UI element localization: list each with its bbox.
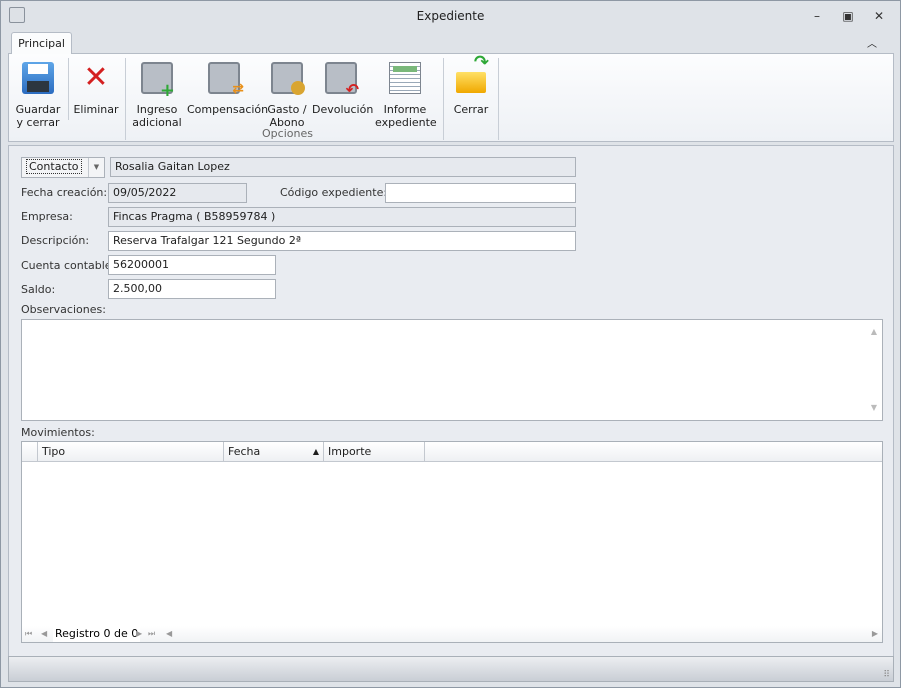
expense-button[interactable]: Gasto / Abono <box>265 58 309 129</box>
grid-header-filler <box>425 442 882 462</box>
first-record-icon[interactable]: ⏮ <box>25 626 32 642</box>
collapse-ribbon-icon[interactable]: ︿ <box>867 35 877 50</box>
description-label: Descripción: <box>21 234 90 247</box>
scroll-left-icon[interactable]: ◀ <box>166 626 172 642</box>
spreadsheet-report-icon <box>389 62 421 94</box>
notes-label: Observaciones: <box>21 303 106 316</box>
next-record-icon[interactable]: ▶ <box>136 626 142 642</box>
account-label: Cuenta contable: <box>21 259 116 272</box>
separator <box>443 58 444 140</box>
resize-grip-icon[interactable]: ⠿ <box>883 670 890 680</box>
account-field[interactable]: 56200001 <box>108 255 276 275</box>
compensation-button[interactable]: ⇄ Compensación <box>187 58 268 116</box>
code-label: Código expediente: <box>280 186 388 199</box>
close-icon[interactable]: ✕ <box>872 9 886 23</box>
safe-coins-icon <box>271 62 305 95</box>
scroll-right-icon[interactable]: ▶ <box>872 626 878 642</box>
column-header-fecha[interactable]: Fecha ▲ <box>224 442 324 462</box>
chevron-down-icon: ▼ <box>88 158 104 177</box>
last-record-icon[interactable]: ⏭ <box>148 626 155 642</box>
close-button[interactable]: ↷ Cerrar <box>449 54 493 117</box>
safe-add-icon: + <box>141 62 175 100</box>
status-bar: ⠿ <box>8 656 894 682</box>
created-label: Fecha creación: <box>21 186 108 199</box>
notes-scrollbar[interactable]: ▲ ▼ <box>866 320 882 420</box>
separator <box>125 58 126 140</box>
contact-type-dropdown[interactable]: Contacto ▼ <box>21 157 105 178</box>
window: Expediente – ▣ ✕ Principal ︿ Guardar y c… <box>0 0 901 688</box>
record-count: Registro 0 de 0 <box>53 626 141 642</box>
group-label-options: Opciones <box>262 127 313 140</box>
separator <box>498 58 499 140</box>
created-field[interactable]: 09/05/2022 <box>108 183 247 203</box>
minimize-icon[interactable]: – <box>810 9 824 23</box>
notes-textarea[interactable]: ▲ ▼ <box>21 319 883 421</box>
description-field[interactable]: Reserva Trafalgar 121 Segundo 2ª <box>108 231 576 251</box>
code-field[interactable] <box>385 183 576 203</box>
safe-exchange-icon: ⇄ <box>208 62 244 96</box>
ribbon: Guardar y cerrar ✕ Eliminar + Ingreso ad… <box>8 53 894 142</box>
floppy-disk-icon <box>22 62 54 94</box>
company-label: Empresa: <box>21 210 73 223</box>
report-button[interactable]: Informe expediente <box>375 58 437 129</box>
maximize-icon[interactable]: ▣ <box>841 9 855 23</box>
grid-navigator: ⏮ ◀ Registro 0 de 0 ▶ ⏭ ◀ ▶ <box>22 626 882 642</box>
movements-grid: Tipo Fecha ▲ Importe ⏮ ◀ Registro 0 de 0 … <box>21 441 883 643</box>
prev-record-icon[interactable]: ◀ <box>41 626 47 642</box>
separator <box>68 58 69 120</box>
company-field[interactable]: Fincas Pragma ( B58959784 ) <box>108 207 576 227</box>
folder-open-icon: ↷ <box>455 54 489 94</box>
safe-return-icon: ↶ <box>325 62 359 98</box>
balance-field[interactable]: 2.500,00 <box>108 279 276 299</box>
row-indicator-header <box>22 442 38 462</box>
extra-income-button[interactable]: + Ingreso adicional <box>131 58 183 129</box>
red-x-icon: ✕ <box>83 60 109 95</box>
delete-button[interactable]: ✕ Eliminar <box>71 58 121 117</box>
window-title: Expediente <box>416 9 485 23</box>
balance-label: Saldo: <box>21 283 56 296</box>
column-header-importe[interactable]: Importe <box>324 442 425 462</box>
refund-button[interactable]: ↶ Devolución <box>312 58 373 116</box>
sort-ascending-icon: ▲ <box>312 447 319 456</box>
save-close-button[interactable]: Guardar y cerrar <box>12 58 64 129</box>
tab-principal[interactable]: Principal <box>11 32 72 54</box>
contact-field[interactable]: Rosalia Gaitan Lopez <box>110 157 576 177</box>
movements-label: Movimientos: <box>21 426 95 439</box>
column-header-tipo[interactable]: Tipo <box>38 442 224 462</box>
